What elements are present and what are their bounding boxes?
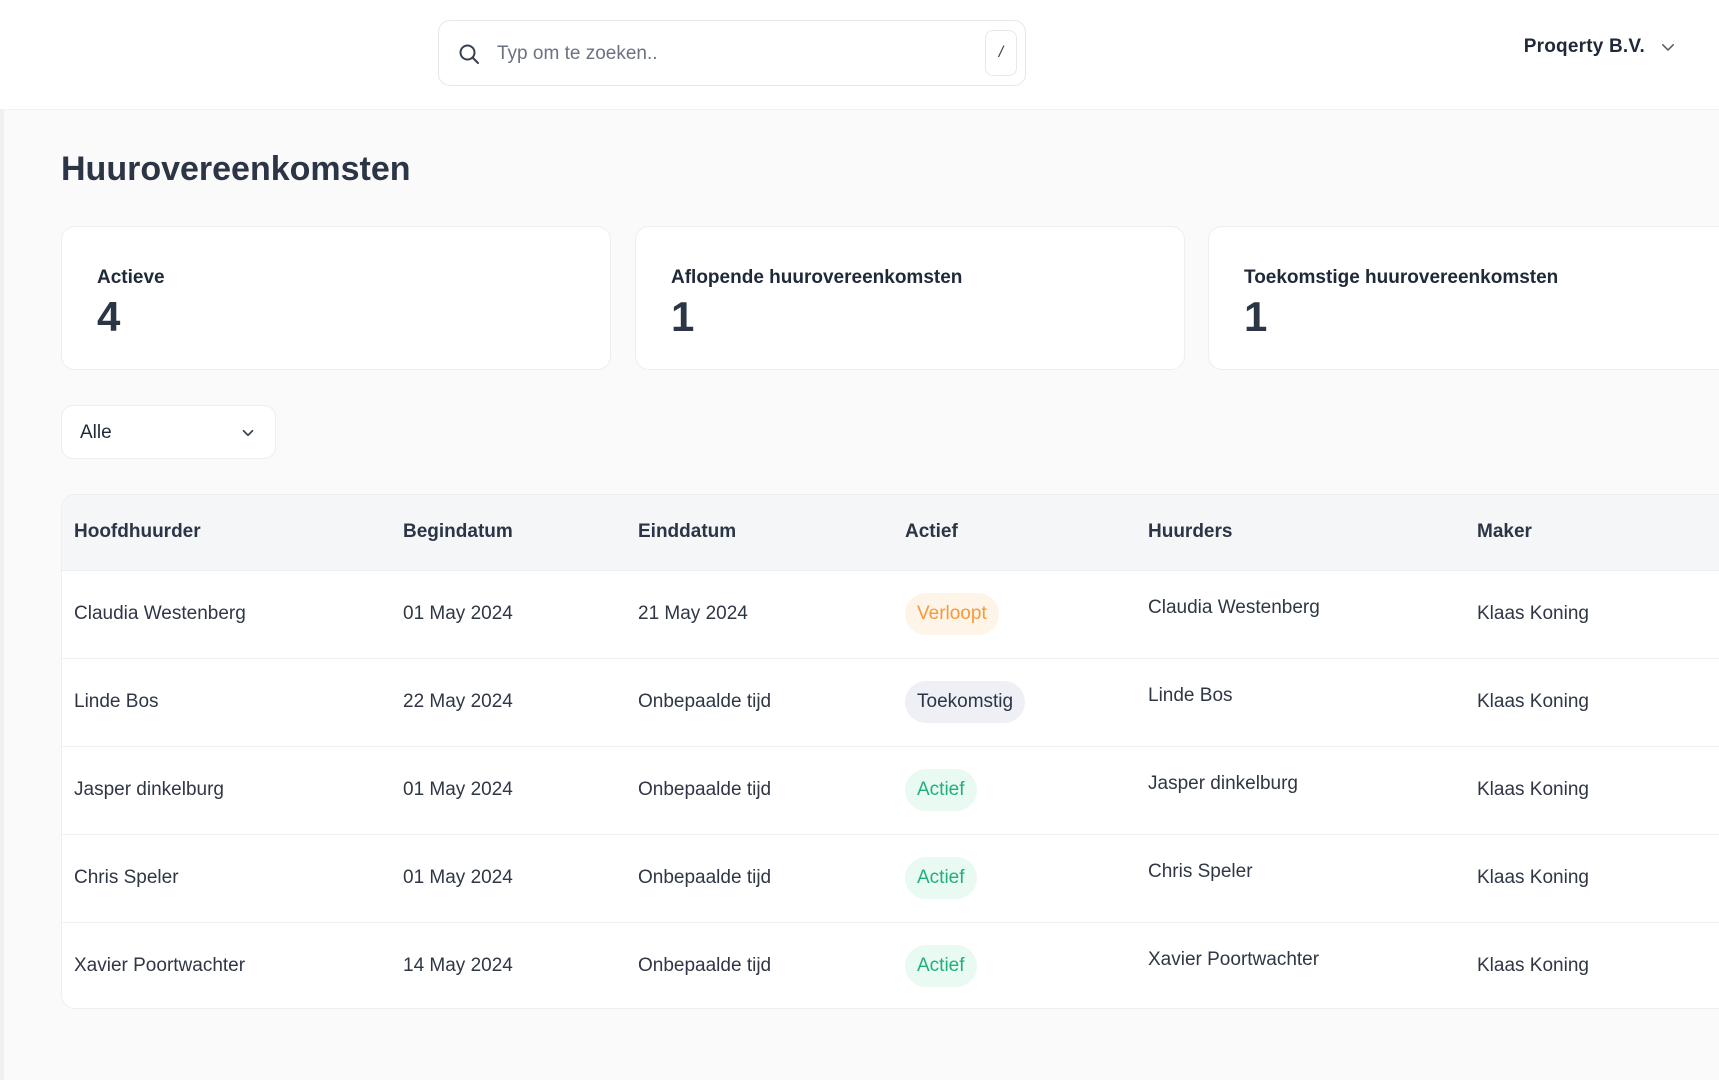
table-row[interactable]: Claudia Westenberg 01 May 2024 21 May 20… — [62, 571, 1719, 659]
cell-begindatum: 14 May 2024 — [403, 955, 513, 976]
status-badge: Actief — [905, 769, 977, 811]
column-header-actief[interactable]: Actief — [905, 521, 958, 543]
cell-maker: Klaas Koning — [1477, 867, 1589, 888]
cell-begindatum: 01 May 2024 — [403, 779, 513, 800]
column-header-maker[interactable]: Maker — [1477, 521, 1532, 543]
status-badge: Verloopt — [905, 593, 999, 635]
cell-hoofdhuurder: Linde Bos — [74, 691, 159, 712]
search-icon — [459, 44, 479, 64]
chevron-down-icon — [242, 429, 254, 437]
stat-card-aflopende: Aflopende huurovereenkomsten 1 — [635, 226, 1185, 370]
column-header-huurders[interactable]: Huurders — [1148, 521, 1232, 543]
cell-huurders: Chris Speler — [1148, 861, 1253, 882]
cell-hoofdhuurder: Claudia Westenberg — [74, 603, 246, 624]
column-header-hoofdhuurder[interactable]: Hoofdhuurder — [74, 521, 201, 543]
cell-begindatum: 01 May 2024 — [403, 603, 513, 624]
status-badge: Toekomstig — [905, 681, 1026, 723]
cell-huurders: Claudia Westenberg — [1148, 597, 1320, 618]
stat-value: 4 — [97, 293, 121, 340]
cell-huurders: Jasper dinkelburg — [1148, 773, 1298, 794]
cell-hoofdhuurder: Xavier Poortwachter — [74, 955, 246, 976]
stat-value: 1 — [671, 293, 695, 340]
cell-huurders: Xavier Poortwachter — [1148, 949, 1320, 970]
sidebar-edge — [0, 110, 4, 1080]
stat-label: Aflopende huurovereenkomsten — [671, 267, 963, 288]
stat-label: Actieve — [97, 267, 165, 288]
cell-einddatum: Onbepaalde tijd — [638, 867, 772, 888]
top-bar: Typ om te zoeken.. / Proqerty B.V. — [0, 0, 1719, 110]
status-badge: Actief — [905, 945, 977, 987]
table-row[interactable]: Linde Bos 22 May 2024 Onbepaalde tijd To… — [62, 659, 1719, 747]
table-header: Hoofdhuurder Begindatum Einddatum Actief… — [62, 495, 1719, 571]
table-row[interactable]: Chris Speler 01 May 2024 Onbepaalde tijd… — [62, 835, 1719, 923]
column-header-einddatum[interactable]: Einddatum — [638, 521, 736, 543]
cell-maker: Klaas Koning — [1477, 691, 1589, 712]
cell-begindatum: 01 May 2024 — [403, 867, 513, 888]
stat-card-actieve: Actieve 4 — [61, 226, 611, 370]
chevron-down-icon — [1662, 44, 1674, 51]
stat-card-toekomstige: Toekomstige huurovereenkomsten 1 — [1208, 226, 1719, 370]
leases-table: Hoofdhuurder Begindatum Einddatum Actief… — [61, 494, 1719, 1009]
table-row[interactable]: Jasper dinkelburg 01 May 2024 Onbepaalde… — [62, 747, 1719, 835]
table-row[interactable]: Xavier Poortwachter 14 May 2024 Onbepaal… — [62, 923, 1719, 1008]
stat-label: Toekomstige huurovereenkomsten — [1244, 267, 1559, 288]
search-box[interactable]: Typ om te zoeken.. / — [438, 20, 1026, 86]
cell-maker: Klaas Koning — [1477, 779, 1589, 800]
cell-hoofdhuurder: Jasper dinkelburg — [74, 779, 224, 800]
cell-huurders: Linde Bos — [1148, 685, 1233, 706]
organization-switcher[interactable]: Proqerty B.V. — [1524, 36, 1677, 58]
cell-einddatum: Onbepaalde tijd — [638, 955, 772, 976]
search-shortcut-key: / — [985, 30, 1017, 76]
status-badge: Actief — [905, 857, 977, 899]
page-title: Huurovereenkomsten — [61, 150, 411, 188]
cell-einddatum: 21 May 2024 — [638, 603, 748, 624]
status-filter-select[interactable]: Alle — [61, 405, 276, 459]
cell-begindatum: 22 May 2024 — [403, 691, 513, 712]
cell-maker: Klaas Koning — [1477, 955, 1589, 976]
column-header-begindatum[interactable]: Begindatum — [403, 521, 513, 543]
cell-maker: Klaas Koning — [1477, 603, 1589, 624]
search-input[interactable]: Typ om te zoeken.. — [497, 43, 658, 65]
cell-einddatum: Onbepaalde tijd — [638, 691, 772, 712]
cell-einddatum: Onbepaalde tijd — [638, 779, 772, 800]
cell-hoofdhuurder: Chris Speler — [74, 867, 179, 888]
stat-value: 1 — [1244, 293, 1268, 340]
organization-name: Proqerty B.V. — [1523, 36, 1645, 57]
status-filter-value: Alle — [80, 422, 112, 443]
